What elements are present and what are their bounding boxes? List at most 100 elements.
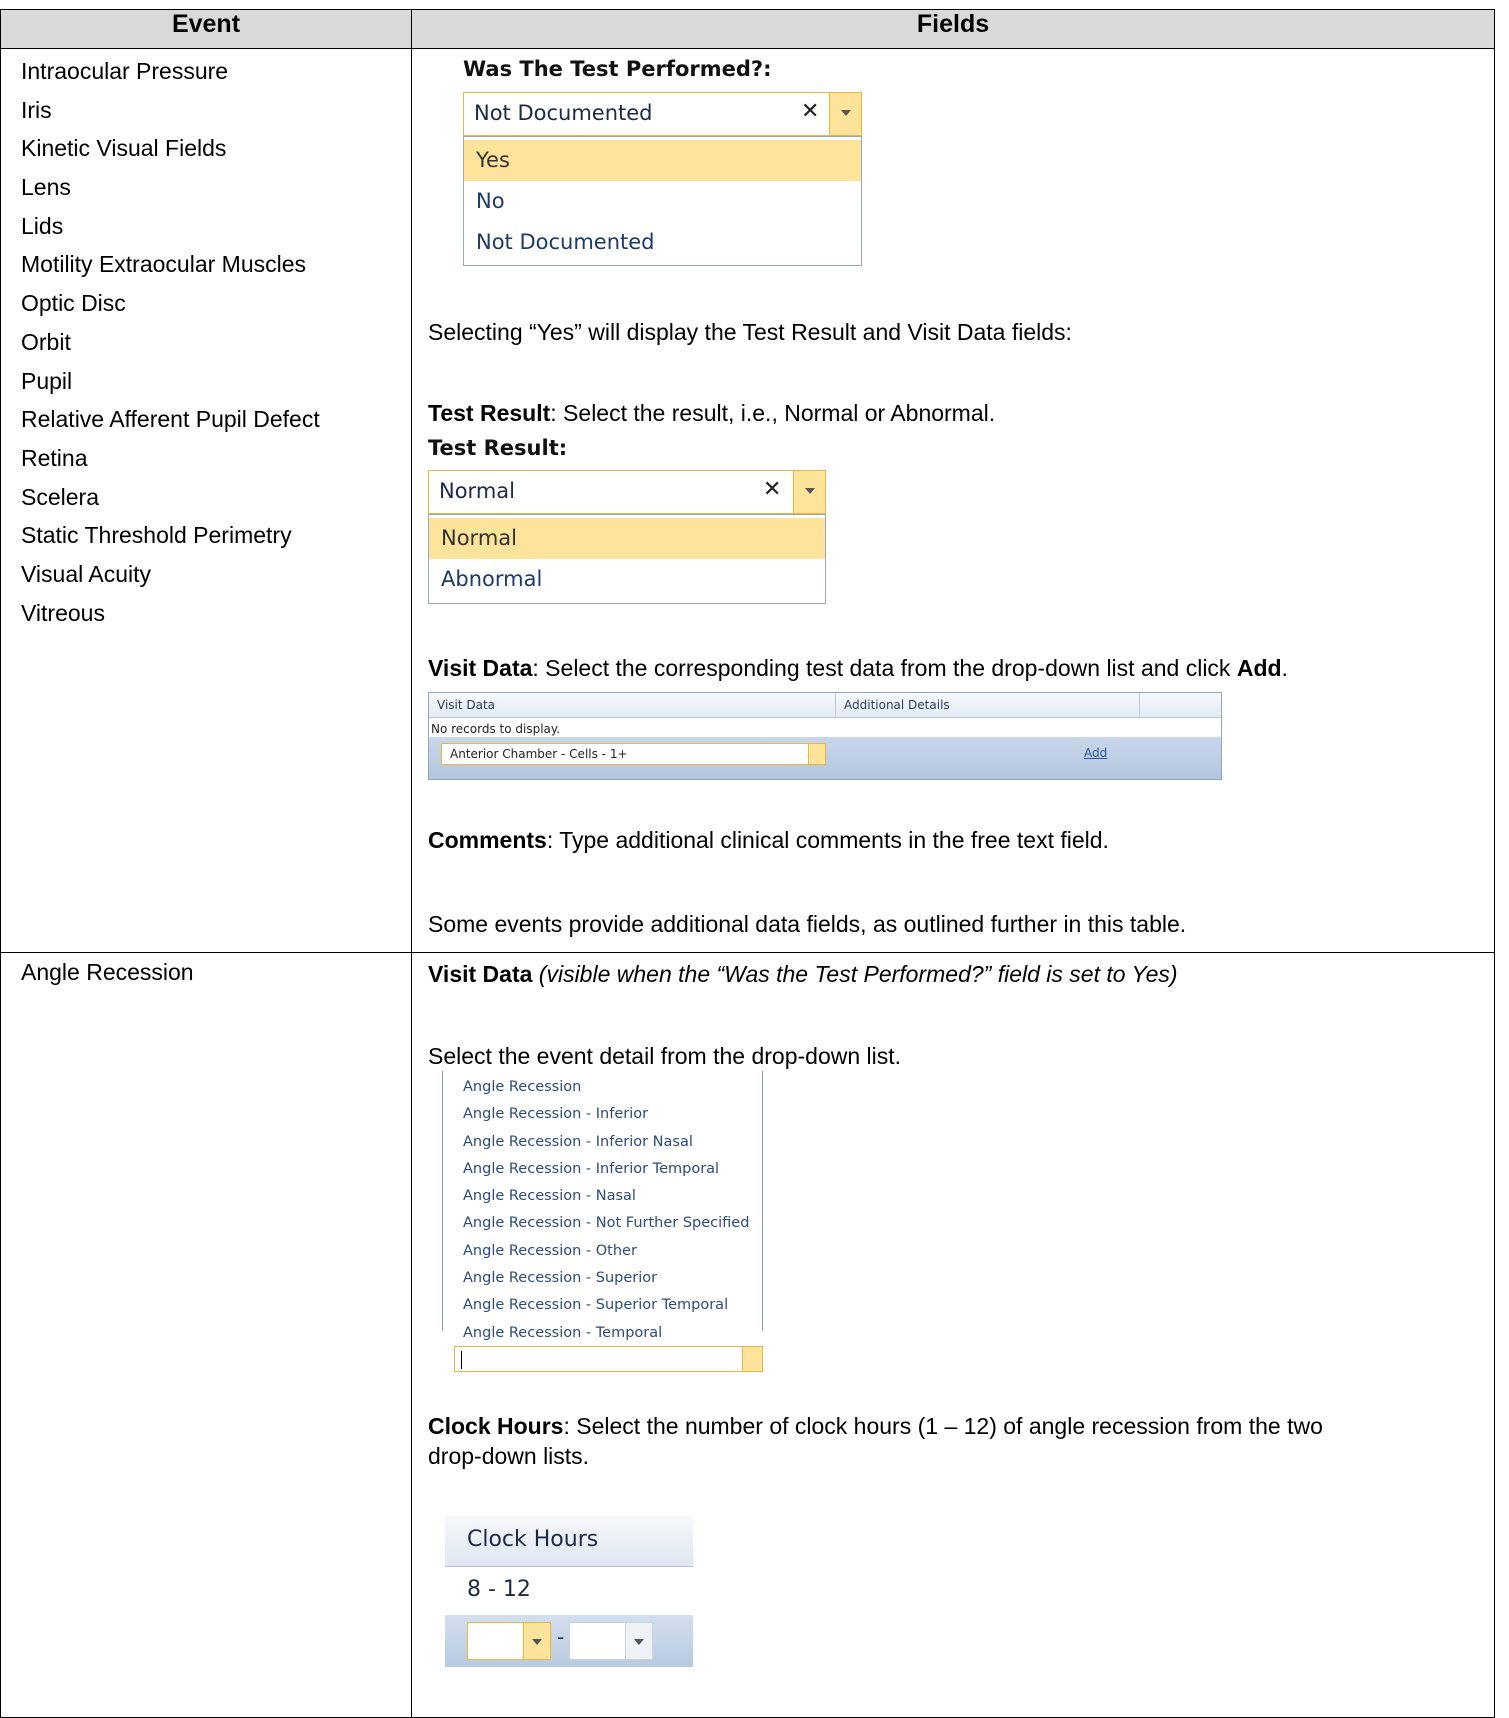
option-yes[interactable]: Yes xyxy=(464,140,861,181)
list-item[interactable]: Angle Recession - Nasal xyxy=(463,1183,749,1210)
chevron-down-icon[interactable] xyxy=(808,744,825,764)
clock-hours-separator: - xyxy=(557,1625,565,1649)
list-item: Static Threshold Perimetry xyxy=(21,522,292,549)
test-result-options: Normal Abnormal xyxy=(428,514,826,604)
header-fields: Fields xyxy=(411,9,1495,49)
grid-divider xyxy=(1139,693,1140,717)
option-normal[interactable]: Normal xyxy=(429,518,825,559)
list-item[interactable]: Angle Recession - Inferior Temporal xyxy=(463,1156,749,1183)
clock-hours-start-select[interactable] xyxy=(467,1622,551,1660)
comments-bold: Comments xyxy=(428,827,547,853)
grid-header: Visit Data Additional Details xyxy=(429,693,1221,718)
clock-hours-value: 8 - 12 xyxy=(467,1577,531,1602)
text-cursor xyxy=(461,1351,462,1369)
clock-hours-bold: Clock Hours xyxy=(428,1413,564,1439)
test-performed-options: Yes No Not Documented xyxy=(463,136,862,266)
list-item: Pupil xyxy=(21,367,73,394)
angle-visit-data-bold: Visit Data xyxy=(428,961,533,987)
list-item: Kinetic Visual Fields xyxy=(21,135,227,162)
clock-hours-widget: Clock Hours 8 - 12 - xyxy=(445,1516,693,1676)
option-no[interactable]: No xyxy=(464,181,861,222)
chevron-down-icon[interactable] xyxy=(523,1623,550,1659)
clear-icon[interactable]: ✕ xyxy=(763,477,781,502)
grid-col-additional: Additional Details xyxy=(844,698,950,712)
list-item: Iris xyxy=(21,96,52,123)
test-result-bold: Test Result xyxy=(428,400,551,426)
test-result-description: Test Result: Select the result, i.e., No… xyxy=(428,400,995,427)
comments-desc: : Type additional clinical comments in t… xyxy=(546,827,1109,853)
event-cell: Intraocular Pressure Iris Kinetic Visual… xyxy=(0,48,412,953)
visit-data-selected: Anterior Chamber - Cells - 1+ xyxy=(450,747,628,761)
test-result-desc: : Select the result, i.e., Normal or Abn… xyxy=(550,400,996,426)
clock-hours-end-select[interactable] xyxy=(569,1622,653,1660)
list-item[interactable]: Angle Recession xyxy=(463,1074,749,1101)
list-item: Relative Afferent Pupil Defect xyxy=(21,406,320,433)
test-performed-combo[interactable]: Not Documented ✕ xyxy=(463,92,862,136)
clock-hours-description-2: drop-down lists. xyxy=(428,1443,590,1469)
clear-icon[interactable]: ✕ xyxy=(801,99,819,124)
fields-cell: Visit Data (visible when the “Was the Te… xyxy=(411,952,1495,1718)
list-item[interactable]: Angle Recession - Not Further Specified xyxy=(463,1210,749,1237)
angle-visit-data-italic: (visible when the “Was the Test Performe… xyxy=(538,961,1178,987)
list-item: Motility Extraocular Muscles xyxy=(21,251,307,278)
visit-data-description: Visit Data: Select the corresponding tes… xyxy=(428,655,1288,682)
header-event: Event xyxy=(0,9,412,49)
test-performed-value: Not Documented xyxy=(474,101,653,125)
list-item: Orbit xyxy=(21,328,71,355)
clock-hours-header: Clock Hours xyxy=(445,1516,693,1567)
visit-data-select[interactable]: Anterior Chamber - Cells - 1+ xyxy=(441,743,826,765)
option-abnormal[interactable]: Abnormal xyxy=(429,559,825,600)
visit-data-grid: Visit Data Additional Details No records… xyxy=(428,692,1222,780)
chevron-down-icon[interactable] xyxy=(793,471,825,513)
test-result-value: Normal xyxy=(439,479,515,503)
list-item: Vitreous xyxy=(21,599,105,626)
list-item: Lens xyxy=(21,174,71,201)
visit-data-desc: : Select the corresponding test data fro… xyxy=(532,655,1237,681)
visit-data-bold: Visit Data xyxy=(428,655,533,681)
clock-hours-header-label: Clock Hours xyxy=(467,1527,599,1552)
grid-col-visit-data: Visit Data xyxy=(437,698,496,712)
chevron-down-icon[interactable] xyxy=(625,1623,652,1659)
test-performed-label: Was The Test Performed?: xyxy=(463,57,772,81)
list-item[interactable]: Angle Recession - Other xyxy=(463,1238,749,1265)
list-item: Lids xyxy=(21,212,64,239)
option-not-documented[interactable]: Not Documented xyxy=(464,222,861,263)
table-row: Angle Recession Visit Data (visible when… xyxy=(0,952,1495,1718)
angle-recession-combo[interactable] xyxy=(454,1346,763,1372)
select-detail-text: Select the event detail from the drop-do… xyxy=(428,1043,902,1069)
list-item: Scelera xyxy=(21,483,99,510)
list-item[interactable]: Angle Recession - Superior Temporal xyxy=(463,1292,749,1319)
test-result-label: Test Result: xyxy=(428,436,568,460)
list-item: Intraocular Pressure xyxy=(21,58,229,84)
selecting-yes-text: Selecting “Yes” will display the Test Re… xyxy=(428,319,1072,345)
list-border-left xyxy=(442,1071,443,1331)
chevron-down-icon[interactable] xyxy=(742,1347,762,1371)
list-item[interactable]: Angle Recession - Inferior Nasal xyxy=(463,1129,749,1156)
event-fields-table: Event Fields Intraocular Pressure Iris K… xyxy=(0,9,1495,1718)
no-records-text: No records to display. xyxy=(431,722,561,736)
add-link[interactable]: Add xyxy=(1084,746,1107,760)
test-result-combo[interactable]: Normal ✕ xyxy=(428,470,826,514)
some-events-text: Some events provide additional data fiel… xyxy=(428,911,1187,937)
list-item: Optic Disc xyxy=(21,290,126,317)
visit-data-period: . xyxy=(1281,655,1288,681)
event-list: Intraocular Pressure Iris Kinetic Visual… xyxy=(1,49,411,633)
comments-description: Comments: Type additional clinical comme… xyxy=(428,827,1109,854)
list-item[interactable]: Angle Recession - Inferior xyxy=(463,1101,749,1128)
fields-cell: Was The Test Performed?: Not Documented … xyxy=(411,48,1495,953)
table-row: Intraocular Pressure Iris Kinetic Visual… xyxy=(0,48,1495,953)
chevron-down-icon[interactable] xyxy=(829,93,861,135)
grid-divider xyxy=(835,693,836,717)
list-item[interactable]: Angle Recession - Temporal xyxy=(463,1320,749,1347)
angle-recession-options: Angle Recession Angle Recession - Inferi… xyxy=(463,1074,749,1347)
list-item[interactable]: Angle Recession - Superior xyxy=(463,1265,749,1292)
list-item: Retina xyxy=(21,444,88,471)
event-angle-recession: Angle Recession xyxy=(21,959,194,985)
event-cell: Angle Recession xyxy=(0,952,412,1718)
clock-hours-row: 8 - 12 xyxy=(445,1567,693,1615)
clock-hours-footer: - xyxy=(445,1615,693,1667)
list-border-right xyxy=(762,1071,763,1331)
clock-hours-desc: : Select the number of clock hours (1 – … xyxy=(563,1413,1323,1439)
angle-visit-data-description: Visit Data (visible when the “Was the Te… xyxy=(428,961,1178,988)
list-item: Visual Acuity xyxy=(21,560,151,587)
